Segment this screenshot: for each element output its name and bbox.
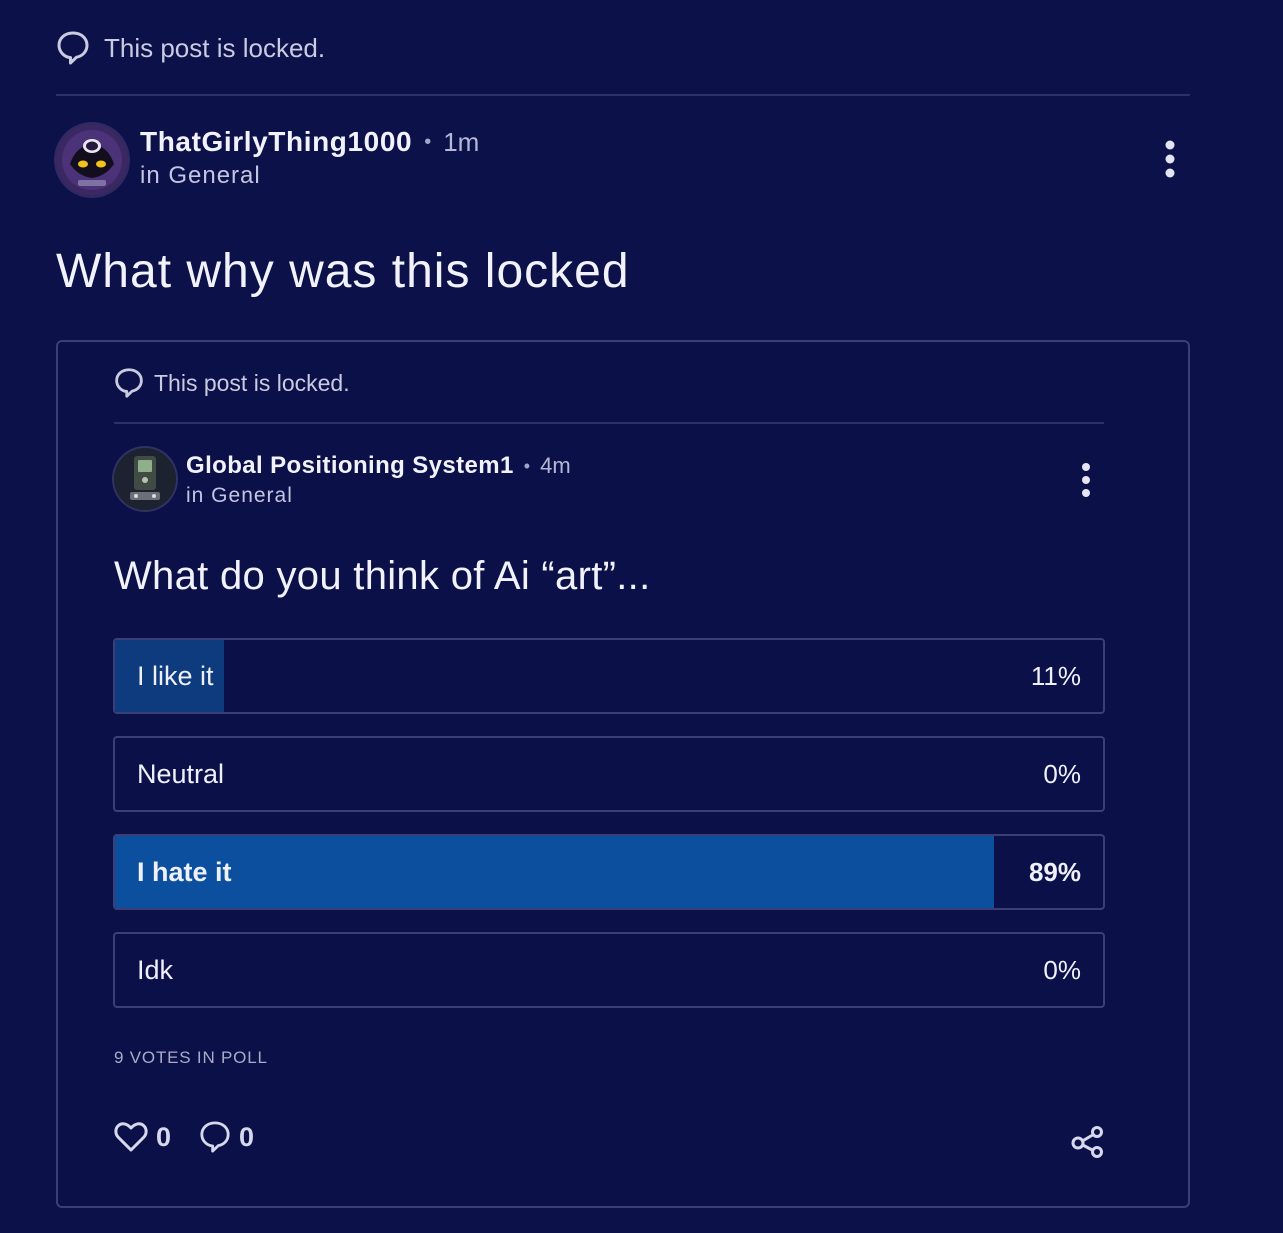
locked-text: This post is locked. [104,33,326,63]
embedded-locked-notice: This post is locked. [114,366,1104,424]
embedded-post-card[interactable]: This post is locked. Global Positioning … [56,340,1190,1208]
poll-option-percent: 0% [1043,955,1081,985]
embedded-more-options-button[interactable] [1068,458,1104,502]
poll-option[interactable]: Idk 0% [113,932,1105,1008]
like-button[interactable]: 0 [114,1121,171,1153]
separator-dot: • [424,130,432,153]
more-options-button[interactable] [1150,134,1190,184]
avatar[interactable] [56,124,128,196]
speech-bubble-icon [114,366,146,400]
embedded-avatar[interactable] [114,448,176,510]
embedded-author-name[interactable]: Global Positioning System1 [186,452,514,480]
comment-button[interactable]: 0 [199,1120,254,1154]
poll-option-label: I like it [137,661,214,691]
post-time: 1m [443,126,480,157]
embedded-author-line: Global Positioning System1 • 4m [186,452,571,480]
post-header: ThatGirlyThing1000 • 1m in General [56,124,1190,196]
comment-count: 0 [239,1121,255,1152]
embedded-post-time: 4m [540,453,571,478]
embedded-post-header: Global Positioning System1 • 4m in Gener… [114,448,1104,512]
post-title: What why was this locked [56,245,630,298]
poll-option-percent: 89% [1028,857,1081,887]
vertical-dots-icon [1165,140,1175,178]
poll-option-label: Neutral [137,759,225,789]
vertical-dots-icon [1082,463,1090,497]
poll-option[interactable]: Neutral 0% [113,736,1105,812]
share-icon [1071,1126,1103,1158]
poll-option-label: Idk [137,955,174,985]
community-label[interactable]: in General [140,162,261,190]
poll-option-percent: 0% [1043,759,1081,789]
speech-bubble-icon [56,28,92,68]
poll-option[interactable]: I hate it 89% [113,834,1105,910]
comment-icon [200,1121,230,1153]
poll-option-percent: 11% [1030,661,1081,691]
post-actions: 0 0 [114,1120,282,1154]
embedded-post-title: What do you think of Ai “art”... [114,554,651,598]
author-line: ThatGirlyThing1000 • 1m [140,126,479,158]
poll-option-label: I hate it [137,857,232,887]
locked-notice: This post is locked. [56,28,1190,96]
poll-option-fill [115,836,995,908]
poll-option[interactable]: I like it 11% [113,638,1105,714]
poll-vote-count: 9 VOTES IN POLL [114,1048,268,1067]
author-name[interactable]: ThatGirlyThing1000 [140,126,412,158]
share-button[interactable] [1068,1122,1108,1162]
like-count: 0 [156,1121,172,1152]
separator-dot: • [523,455,531,476]
heart-icon [114,1122,148,1152]
embedded-locked-text: This post is locked. [154,370,350,396]
embedded-community-label[interactable]: in General [186,484,293,508]
